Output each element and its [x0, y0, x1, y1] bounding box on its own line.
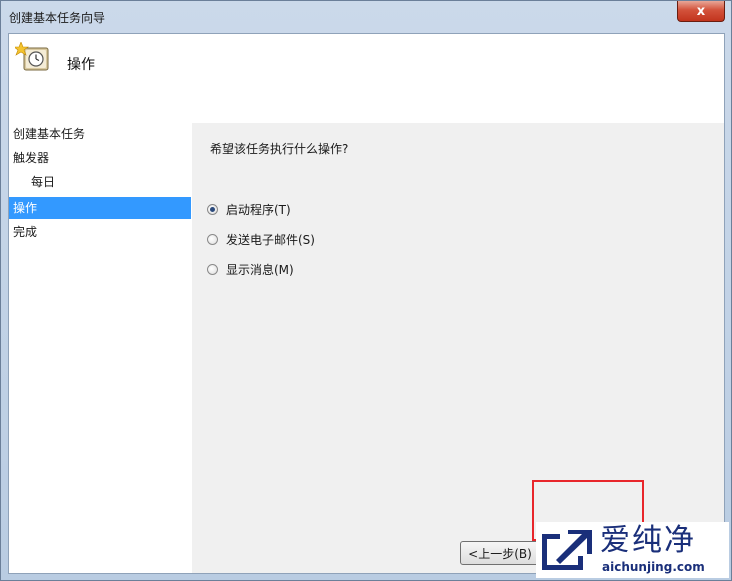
nav-item-action[interactable]: 操作 [9, 197, 191, 219]
option-show-message[interactable]: 显示消息(M) [207, 260, 294, 278]
question-label: 希望该任务执行什么操作? [210, 142, 349, 156]
watermark-logo-icon [542, 530, 592, 570]
title-bar[interactable]: 创建基本任务向导 x [1, 1, 731, 33]
nav-item-create-basic-task[interactable]: 创建基本任务 [9, 123, 191, 145]
window-title: 创建基本任务向导 [9, 11, 106, 25]
nav-item-daily[interactable]: 每日 [9, 171, 191, 193]
radio-start-program[interactable] [207, 203, 218, 215]
close-button[interactable]: x [677, 1, 725, 22]
watermark-name: 爱纯净 [600, 523, 696, 558]
task-clock-icon [15, 42, 49, 71]
watermark-url: aichunjing.com [602, 560, 705, 574]
wizard-header: 操作 [9, 34, 724, 123]
option-label: 发送电子邮件(S) [226, 232, 315, 247]
nav-item-trigger[interactable]: 触发器 [9, 147, 191, 169]
option-start-program[interactable]: 启动程序(T) [207, 200, 291, 218]
close-icon: x [696, 3, 706, 19]
nav-item-finish[interactable]: 完成 [9, 221, 191, 243]
radio-send-email[interactable] [207, 233, 218, 245]
back-button[interactable]: <上一步(B) [460, 541, 540, 565]
option-label: 启动程序(T) [226, 202, 291, 217]
page-title: 操作 [67, 57, 95, 73]
wizard-steps-nav: 创建基本任务 触发器 每日 操作 完成 [9, 123, 192, 573]
watermark: 爱纯净 aichunjing.com [536, 522, 729, 578]
radio-show-message[interactable] [207, 263, 218, 275]
option-send-email[interactable]: 发送电子邮件(S) [207, 230, 315, 248]
option-label: 显示消息(M) [226, 262, 294, 277]
